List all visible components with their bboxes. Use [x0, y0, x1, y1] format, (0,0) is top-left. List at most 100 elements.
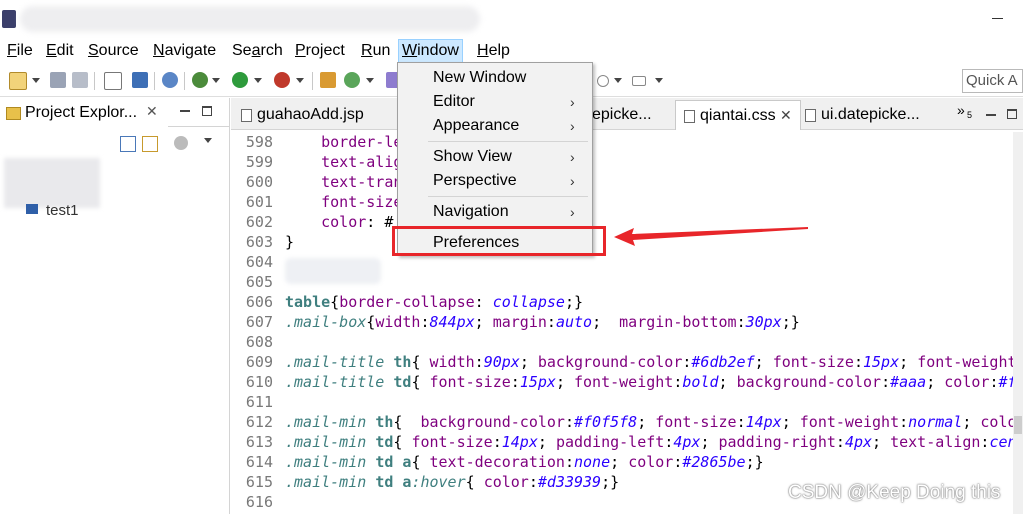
css-file-icon — [684, 110, 695, 123]
scrollbar-thumb[interactable] — [1014, 416, 1022, 434]
menu-run[interactable]: Run — [358, 40, 393, 62]
redacted-area — [4, 158, 100, 208]
redacted-comment — [285, 258, 381, 284]
vertical-scrollbar[interactable] — [1013, 132, 1023, 514]
code-text: } — [285, 233, 295, 251]
window-title-redacted — [20, 6, 480, 32]
toolbar-separator — [154, 72, 155, 90]
menu-item-perspective[interactable]: Perspective › — [398, 170, 592, 192]
link-with-editor-icon[interactable] — [142, 136, 158, 152]
line-number: 614 — [245, 453, 273, 471]
minimize-icon[interactable] — [986, 114, 996, 116]
back-dropdown-icon[interactable] — [614, 78, 622, 83]
code-text: table{border-collapse: collapse;} — [285, 293, 584, 311]
menu-separator — [428, 141, 588, 142]
annotation-highlight-box — [392, 226, 606, 256]
tab-overflow-count: 5 — [967, 110, 973, 120]
code-text: text-alig — [321, 153, 403, 171]
submenu-arrow-icon: › — [570, 204, 575, 220]
tab-overflow-icon[interactable]: » — [957, 102, 965, 118]
minimize-icon[interactable] — [992, 18, 1003, 19]
menu-file[interactable]: File — [4, 40, 36, 62]
code-text: .mail-box{width:844px; margin:auto; marg… — [285, 313, 800, 331]
forward-icon[interactable] — [632, 76, 646, 86]
refresh-icon[interactable] — [344, 72, 360, 88]
js-file-icon — [805, 109, 816, 122]
view-menu-dropdown-icon[interactable] — [204, 138, 212, 143]
refresh-dropdown-icon[interactable] — [366, 78, 374, 83]
close-icon[interactable]: ✕ — [146, 103, 158, 120]
line-number: 599 — [245, 153, 273, 171]
jsp-file-icon — [241, 109, 252, 122]
tab-ui-datepicker[interactable]: ui.datepicke... — [801, 100, 931, 129]
project-explorer-tabbar: Project Explor... ✕ — [0, 98, 229, 128]
external-tools-dropdown-icon[interactable] — [296, 78, 304, 83]
code-text: .mail-min td a:hover{ color:#d33939;} — [285, 473, 620, 491]
tab-qiantai-css[interactable]: qiantai.css ✕ — [675, 100, 801, 130]
menu-help[interactable]: Help — [474, 40, 513, 62]
binary-icon[interactable] — [104, 72, 122, 90]
menu-source[interactable]: Source — [85, 40, 142, 62]
menu-project[interactable]: Project — [292, 40, 348, 62]
line-number: 610 — [245, 373, 273, 391]
maximize-icon[interactable] — [202, 106, 212, 116]
menu-item-new-window[interactable]: New Window — [398, 67, 592, 89]
open-type-icon[interactable] — [320, 72, 336, 88]
tab-project-explorer[interactable]: Project Explor... ✕ — [0, 98, 168, 128]
line-number: 613 — [245, 433, 273, 451]
console-icon[interactable] — [132, 72, 148, 88]
menu-item-navigation[interactable]: Navigation › — [398, 201, 592, 223]
debug-icon[interactable] — [192, 72, 208, 88]
project-folder-icon — [26, 204, 38, 214]
submenu-arrow-icon: › — [570, 118, 575, 134]
line-number: 611 — [245, 393, 273, 411]
line-number: 616 — [245, 493, 273, 511]
run-icon[interactable] — [232, 72, 248, 88]
tab-guahaoadd-jsp[interactable]: guahaoAdd.jsp — [233, 100, 393, 129]
annotation-arrow — [614, 227, 808, 246]
editor-area: guahaoAdd.jsp epicke... qiantai.css ✕ ui… — [231, 98, 1023, 514]
line-number: 605 — [245, 273, 273, 291]
view-menu-icon[interactable] — [174, 136, 188, 150]
collapse-all-icon[interactable] — [120, 136, 136, 152]
line-number: 601 — [245, 193, 273, 211]
maximize-icon[interactable] — [1007, 109, 1017, 119]
title-bar — [0, 0, 1023, 38]
new-dropdown-icon[interactable] — [32, 78, 40, 83]
save-icon[interactable] — [50, 72, 66, 88]
run-dropdown-icon[interactable] — [254, 78, 262, 83]
save-all-icon[interactable] — [72, 72, 88, 88]
editor-tabbar: guahaoAdd.jsp epicke... qiantai.css ✕ ui… — [231, 98, 1023, 130]
external-tools-icon[interactable] — [274, 72, 290, 88]
debug-dropdown-icon[interactable] — [212, 78, 220, 83]
submenu-arrow-icon: › — [570, 173, 575, 189]
tab-datepicker-partial[interactable]: epicke... — [588, 100, 676, 129]
close-icon[interactable]: ✕ — [780, 101, 792, 130]
line-number: 600 — [245, 173, 273, 191]
menu-navigate[interactable]: Navigate — [150, 40, 219, 62]
tree-item-project[interactable]: test1 — [46, 202, 79, 219]
forward-dropdown-icon[interactable] — [655, 78, 663, 83]
skip-breakpoints-icon[interactable] — [162, 72, 178, 88]
menu-window[interactable]: Window — [398, 39, 463, 63]
menu-item-show-view[interactable]: Show View › — [398, 146, 592, 168]
code-text: .mail-min td{ font-size:14px; padding-le… — [285, 433, 1017, 451]
line-number: 612 — [245, 413, 273, 431]
code-text: .mail-title td{ font-size:15px; font-wei… — [285, 373, 1017, 391]
submenu-arrow-icon: › — [570, 94, 575, 110]
line-number: 604 — [245, 253, 273, 271]
menu-search[interactable]: Search — [229, 40, 286, 62]
menu-item-editor[interactable]: Editor › — [398, 91, 592, 113]
line-number: 598 — [245, 133, 273, 151]
menu-edit[interactable]: Edit — [43, 40, 77, 62]
minimize-icon[interactable] — [180, 110, 190, 112]
code-text: font-size — [321, 193, 403, 211]
back-icon[interactable] — [597, 75, 609, 87]
project-explorer-label: Project Explor... — [25, 104, 138, 121]
new-icon[interactable] — [9, 72, 27, 90]
quick-access-input[interactable]: Quick A — [962, 69, 1023, 93]
menu-item-appearance[interactable]: Appearance › — [398, 115, 592, 137]
menu-separator — [428, 196, 588, 197]
code-editor[interactable]: 598 border-le 8;599 text-alig600 text-tr… — [231, 132, 1023, 514]
line-number: 615 — [245, 473, 273, 491]
